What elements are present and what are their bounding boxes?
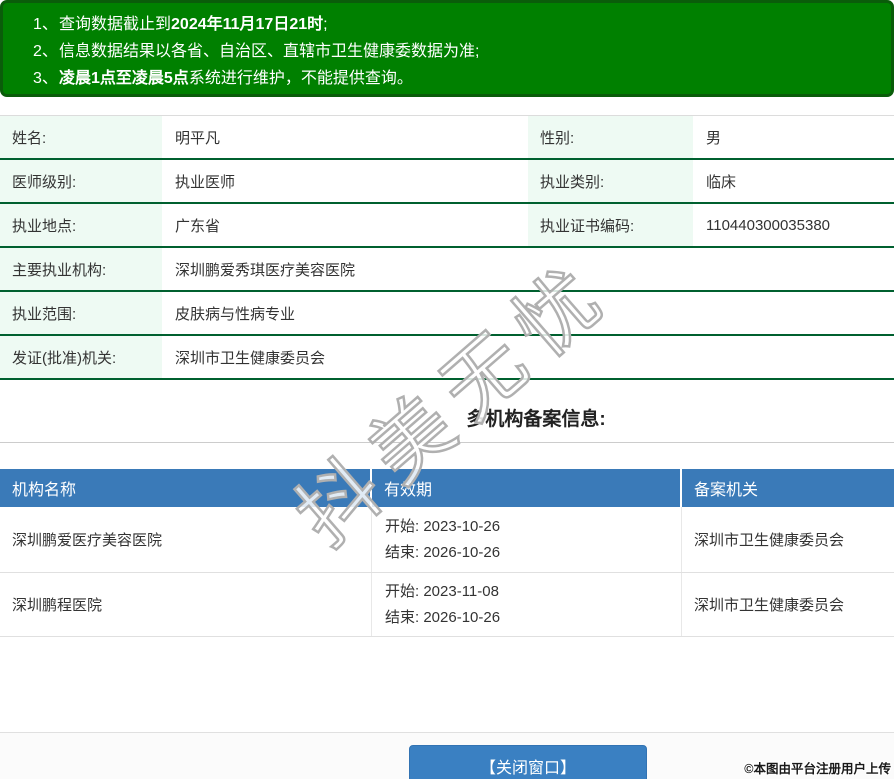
validity-period: 开始: 2023-10-26 结束: 2026-10-26 bbox=[372, 507, 682, 572]
table-row: 医师级别: 执业医师 执业类别: 临床 bbox=[0, 160, 894, 204]
notice-text: 系统进行维护，不能提供查询。 bbox=[188, 70, 413, 87]
field-value-practice-scope: 皮肤病与性病专业 bbox=[175, 305, 296, 323]
doctor-info-table: 姓名: 明平凡 性别: 男 医师级别: 执业医师 执业类别: 临床 执业地点: … bbox=[0, 115, 894, 380]
field-label-issuing-authority: 发证(批准)机关: bbox=[0, 336, 162, 378]
field-label-main-institution: 主要执业机构: bbox=[0, 248, 162, 290]
notice-text: ; bbox=[323, 16, 328, 33]
validity-period: 开始: 2023-11-08 结束: 2026-10-26 bbox=[372, 573, 682, 636]
field-value-practice-category: 临床 bbox=[706, 173, 737, 191]
notice-number: 2、 bbox=[33, 43, 58, 60]
multi-org-table: 机构名称 有效期 备案机关 深圳鹏爱医疗美容医院 开始: 2023-10-26 … bbox=[0, 469, 894, 637]
query-result-page: 1、查询数据截止到2024年11月17日21时; 2、信息数据结果以各省、自治区… bbox=[0, 0, 894, 779]
record-authority: 深圳市卫生健康委员会 bbox=[694, 532, 845, 549]
field-label-gender: 性别: bbox=[528, 116, 693, 158]
notice-text: 信息数据结果以各省、自治区、直辖市卫生健康委数据为准; bbox=[59, 43, 480, 60]
field-label-practice-location: 执业地点: bbox=[0, 204, 162, 246]
notice-text: 查询数据截止到 bbox=[59, 16, 172, 33]
close-window-button[interactable]: 【关闭窗口】 bbox=[409, 745, 647, 779]
field-value-issuing-authority: 深圳市卫生健康委员会 bbox=[175, 349, 326, 367]
upload-credit-text: ©本图由平台注册用户上传 bbox=[744, 762, 891, 776]
column-header-record-authority: 备案机关 bbox=[694, 482, 759, 499]
table-row: 执业范围: 皮肤病与性病专业 bbox=[0, 292, 894, 336]
field-label-name: 姓名: bbox=[0, 116, 162, 158]
field-value-main-institution: 深圳鹏爱秀琪医疗美容医院 bbox=[175, 261, 356, 279]
org-name: 深圳鹏爱医疗美容医院 bbox=[0, 507, 372, 572]
validity-end: 结束: 2026-10-26 bbox=[385, 543, 501, 561]
table-row: 执业地点: 广东省 执业证书编码: 110440300035380 bbox=[0, 204, 894, 248]
field-label-doctor-level: 医师级别: bbox=[0, 160, 162, 202]
field-value-practice-location: 广东省 bbox=[175, 217, 221, 235]
field-value-doctor-level: 执业医师 bbox=[175, 173, 236, 191]
field-value-gender: 男 bbox=[706, 129, 722, 147]
table-row: 发证(批准)机关: 深圳市卫生健康委员会 bbox=[0, 336, 894, 380]
notice-line-3: 3、凌晨1点至凌晨5点系统进行维护，不能提供查询。 bbox=[33, 65, 881, 92]
notice-number: 3、 bbox=[33, 70, 58, 87]
field-value-name: 明平凡 bbox=[175, 129, 221, 147]
table-row: 深圳鹏程医院 开始: 2023-11-08 结束: 2026-10-26 深圳市… bbox=[0, 573, 894, 637]
notice-text-bold: 2024年11月17日21时 bbox=[171, 16, 324, 33]
notice-line-2: 2、信息数据结果以各省、自治区、直辖市卫生健康委数据为准; bbox=[33, 38, 881, 65]
multi-org-table-header: 机构名称 有效期 备案机关 bbox=[0, 469, 894, 507]
notice-text-bold: 凌晨1点至凌晨5点 bbox=[59, 70, 189, 87]
field-label-certificate-number: 执业证书编码: bbox=[528, 204, 693, 246]
notice-banner: 1、查询数据截止到2024年11月17日21时; 2、信息数据结果以各省、自治区… bbox=[0, 0, 894, 97]
table-row: 姓名: 明平凡 性别: 男 bbox=[0, 116, 894, 160]
validity-start: 开始: 2023-10-26 bbox=[385, 517, 501, 535]
column-header-org-name: 机构名称 bbox=[0, 469, 372, 507]
org-name: 深圳鹏程医院 bbox=[0, 573, 372, 636]
field-label-practice-category: 执业类别: bbox=[528, 160, 693, 202]
column-header-validity: 有效期 bbox=[372, 469, 682, 507]
field-label-practice-scope: 执业范围: bbox=[0, 292, 162, 334]
validity-start: 开始: 2023-11-08 bbox=[385, 582, 499, 600]
validity-end: 结束: 2026-10-26 bbox=[385, 608, 501, 626]
notice-line-1: 1、查询数据截止到2024年11月17日21时; bbox=[33, 11, 881, 38]
field-value-certificate-number: 110440300035380 bbox=[706, 216, 831, 234]
table-row: 主要执业机构: 深圳鹏爱秀琪医疗美容医院 bbox=[0, 248, 894, 292]
record-authority: 深圳市卫生健康委员会 bbox=[694, 597, 845, 614]
notice-number: 1、 bbox=[33, 16, 58, 33]
multi-org-section-heading: 多机构备案信息: bbox=[0, 393, 894, 443]
table-row: 深圳鹏爱医疗美容医院 开始: 2023-10-26 结束: 2026-10-26… bbox=[0, 507, 894, 573]
section-title: 多机构备案信息: bbox=[466, 409, 606, 430]
